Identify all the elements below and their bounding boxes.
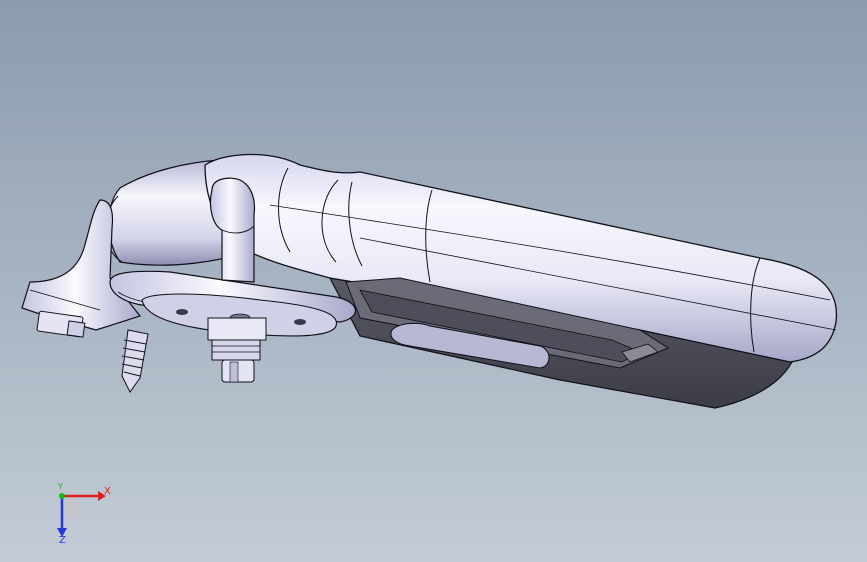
y-axis-dot xyxy=(59,493,65,499)
cad-part-model-icon[interactable] xyxy=(0,0,867,562)
cad-3d-viewport[interactable]: X Y Z xyxy=(0,0,867,562)
y-axis-label: Y xyxy=(58,482,63,491)
x-axis-label: X xyxy=(104,486,111,497)
screw xyxy=(121,329,149,393)
pipe-fitting xyxy=(207,317,267,383)
z-axis-label: Z xyxy=(59,535,66,546)
coordinate-triad: X Y Z xyxy=(40,478,120,548)
